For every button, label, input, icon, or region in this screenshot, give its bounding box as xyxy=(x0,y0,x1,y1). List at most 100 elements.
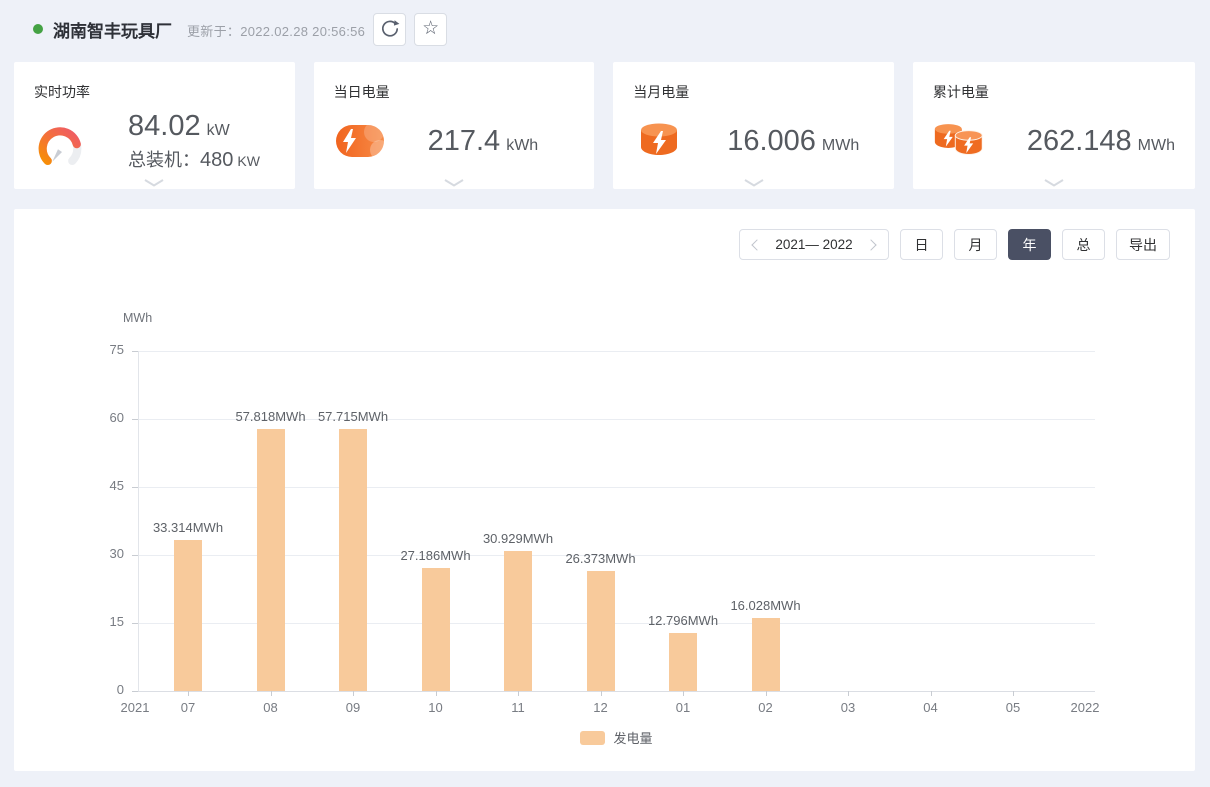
chevron-down-icon xyxy=(1043,178,1065,187)
card-values: 16.006 MWh xyxy=(727,125,859,158)
card-body: 84.02 kW 总装机：480KW xyxy=(34,108,275,174)
card-expand-button[interactable] xyxy=(1043,178,1065,187)
stat-cards-row: 实时功率 84.0 xyxy=(14,62,1195,189)
grid-line xyxy=(138,351,1095,352)
bar[interactable] xyxy=(669,633,697,691)
power-unit: kW xyxy=(207,122,230,139)
x-axis-line xyxy=(138,691,1095,692)
generation-chart-card: 2021— 2022 日月年总导出 MWh 015304560750733.31… xyxy=(14,209,1195,771)
bar[interactable] xyxy=(752,618,780,691)
y-tick-label: 0 xyxy=(72,682,124,697)
monthly-energy-unit: MWh xyxy=(822,137,859,154)
x-tick-label: 10 xyxy=(406,700,466,715)
x-tick-label: 12 xyxy=(571,700,631,715)
x-axis-year-label: 2022 xyxy=(1055,700,1115,715)
daily-energy-unit: kWh xyxy=(506,137,538,154)
x-axis-tick xyxy=(188,691,189,696)
header: 湖南智丰玩具厂 更新于：2022.02.28 20:56:56 ☆ xyxy=(0,0,1210,58)
legend-item[interactable]: 发电量 xyxy=(138,728,1095,747)
favorite-button[interactable]: ☆ xyxy=(414,13,447,46)
x-axis-tick xyxy=(848,691,849,696)
refresh-button[interactable] xyxy=(373,13,406,46)
card-body: 262.148 MWh xyxy=(933,108,1175,174)
x-tick-label: 01 xyxy=(653,700,713,715)
x-tick-label: 02 xyxy=(736,700,796,715)
stat-card-total-energy: 累计电量 xyxy=(913,62,1195,189)
card-expand-button[interactable] xyxy=(743,178,765,187)
bar[interactable] xyxy=(504,551,532,691)
x-axis-tick xyxy=(766,691,767,696)
x-axis-tick xyxy=(271,691,272,696)
x-axis-tick xyxy=(353,691,354,696)
total-energy-unit: MWh xyxy=(1138,137,1175,154)
installed-capacity-label: 总装机： xyxy=(128,150,200,170)
value-line: 84.02 kW xyxy=(128,110,260,143)
stat-card-realtime-power: 实时功率 84.0 xyxy=(14,62,295,189)
chevron-down-icon xyxy=(743,178,765,187)
x-axis-year-label: 2021 xyxy=(105,700,165,715)
card-values: 217.4 kWh xyxy=(428,125,539,158)
y-tick-label: 45 xyxy=(72,478,124,493)
x-tick-label: 07 xyxy=(158,700,218,715)
energy-cylinder-icon xyxy=(633,115,685,167)
stat-card-daily-energy: 当日电量 xyxy=(314,62,595,189)
y-tick-label: 15 xyxy=(72,614,124,629)
installed-capacity-line: 总装机：480KW xyxy=(128,146,260,172)
bar[interactable] xyxy=(339,429,367,691)
power-value: 84.02 xyxy=(128,110,201,142)
bar-value-label: 57.715MWh xyxy=(298,409,408,424)
plant-title: 湖南智丰玩具厂 xyxy=(53,17,172,42)
total-energy-value: 262.148 xyxy=(1027,125,1132,157)
energy-cylinders-icon xyxy=(933,115,985,167)
x-axis-tick xyxy=(1013,691,1014,696)
card-title: 当日电量 xyxy=(334,82,575,102)
star-icon: ☆ xyxy=(422,19,439,38)
bar-value-label: 26.373MWh xyxy=(546,551,656,566)
monthly-energy-value: 16.006 xyxy=(727,125,816,157)
legend-label: 发电量 xyxy=(613,728,652,747)
x-axis-tick xyxy=(931,691,932,696)
x-tick-label: 03 xyxy=(818,700,878,715)
y-axis-tick xyxy=(132,691,138,692)
x-tick-label: 05 xyxy=(983,700,1043,715)
gauge-icon xyxy=(34,115,86,167)
bar-value-label: 27.186MWh xyxy=(381,548,491,563)
bar[interactable] xyxy=(174,540,202,691)
card-expand-button[interactable] xyxy=(443,178,465,187)
legend-swatch xyxy=(580,731,605,745)
card-expand-button[interactable] xyxy=(143,178,165,187)
updated-timestamp: 更新于：2022.02.28 20:56:56 xyxy=(187,21,365,40)
chevron-down-icon xyxy=(143,178,165,187)
bar[interactable] xyxy=(587,571,615,691)
card-values: 262.148 MWh xyxy=(1027,125,1175,158)
bar[interactable] xyxy=(257,429,285,691)
card-title: 实时功率 xyxy=(34,82,275,102)
x-axis-tick xyxy=(601,691,602,696)
card-values: 84.02 kW 总装机：480KW xyxy=(128,110,260,172)
daily-energy-value: 217.4 xyxy=(428,125,501,157)
x-tick-label: 09 xyxy=(323,700,383,715)
bar-value-label: 33.314MWh xyxy=(133,520,243,535)
refresh-icon xyxy=(379,18,401,40)
bar[interactable] xyxy=(422,568,450,691)
card-body: 16.006 MWh xyxy=(633,108,874,174)
x-tick-label: 04 xyxy=(901,700,961,715)
dashboard-page: 湖南智丰玩具厂 更新于：2022.02.28 20:56:56 ☆ 实时功率 xyxy=(0,0,1210,787)
installed-capacity-value: 480 xyxy=(200,149,233,171)
y-tick-label: 75 xyxy=(72,342,124,357)
chevron-down-icon xyxy=(443,178,465,187)
bar-value-label: 30.929MWh xyxy=(463,531,573,546)
x-axis-tick xyxy=(683,691,684,696)
x-tick-label: 08 xyxy=(241,700,301,715)
card-title: 当月电量 xyxy=(633,82,874,102)
bar-chart: 015304560750733.314MWh0857.818MWh0957.71… xyxy=(14,209,1195,771)
bolt-capsule-icon xyxy=(334,115,386,167)
installed-capacity-unit: KW xyxy=(237,153,260,169)
card-title: 累计电量 xyxy=(933,82,1175,102)
stat-card-monthly-energy: 当月电量 16.006 MWh xyxy=(613,62,894,189)
y-tick-label: 30 xyxy=(72,546,124,561)
card-body: 217.4 kWh xyxy=(334,108,575,174)
bar-value-label: 12.796MWh xyxy=(628,613,738,628)
x-axis-tick xyxy=(436,691,437,696)
online-status-dot xyxy=(33,24,43,34)
